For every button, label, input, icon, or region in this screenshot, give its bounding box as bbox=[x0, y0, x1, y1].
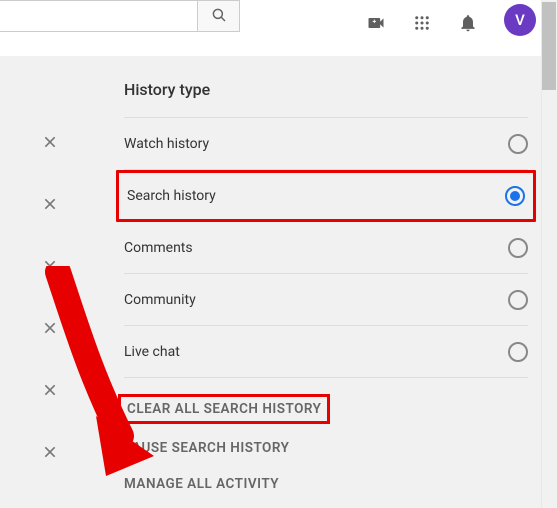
remove-item-icon[interactable] bbox=[40, 194, 60, 214]
panel-title: History type bbox=[124, 80, 528, 118]
option-label: Live chat bbox=[124, 344, 180, 360]
option-live-chat[interactable]: Live chat bbox=[124, 326, 528, 378]
radio-icon bbox=[505, 186, 525, 206]
option-label: Community bbox=[124, 292, 196, 308]
scrollbar-thumb[interactable] bbox=[542, 2, 556, 90]
create-video-icon[interactable] bbox=[366, 13, 386, 33]
option-community[interactable]: Community bbox=[124, 274, 528, 326]
option-watch-history[interactable]: Watch history bbox=[124, 118, 528, 170]
actions: CLEAR ALL SEARCH HISTORY PAUSE SEARCH HI… bbox=[124, 378, 528, 492]
content-area: History type Watch history Search histor… bbox=[0, 56, 548, 508]
pause-search-history-button[interactable]: PAUSE SEARCH HISTORY bbox=[124, 440, 289, 456]
remove-item-icon[interactable] bbox=[40, 256, 60, 276]
manage-all-activity-button[interactable]: MANAGE ALL ACTIVITY bbox=[124, 476, 279, 492]
avatar[interactable]: V bbox=[504, 4, 536, 36]
option-label: Comments bbox=[124, 240, 193, 256]
radio-icon bbox=[508, 134, 528, 154]
option-comments[interactable]: Comments bbox=[124, 222, 528, 274]
search-button[interactable] bbox=[197, 1, 239, 31]
search-input[interactable] bbox=[0, 1, 197, 31]
top-icons: V bbox=[366, 10, 536, 36]
radio-icon bbox=[508, 290, 528, 310]
radio-icon bbox=[508, 342, 528, 362]
remove-item-icon[interactable] bbox=[40, 132, 60, 152]
remove-item-icon[interactable] bbox=[40, 318, 60, 338]
option-label: Watch history bbox=[124, 136, 209, 152]
history-type-panel: History type Watch history Search histor… bbox=[100, 56, 548, 508]
option-label: Search history bbox=[127, 188, 216, 204]
search-icon bbox=[210, 6, 228, 27]
remove-item-icon[interactable] bbox=[40, 442, 60, 462]
avatar-initial: V bbox=[515, 11, 525, 29]
scrollbar-track[interactable] bbox=[541, 0, 557, 508]
search-box bbox=[0, 0, 240, 32]
left-remove-column bbox=[0, 56, 100, 508]
radio-icon bbox=[508, 238, 528, 258]
clear-all-search-history-button[interactable]: CLEAR ALL SEARCH HISTORY bbox=[118, 394, 330, 424]
topbar: V bbox=[0, 0, 548, 56]
apps-icon[interactable] bbox=[412, 13, 432, 33]
notifications-icon[interactable] bbox=[458, 13, 478, 33]
remove-item-icon[interactable] bbox=[40, 380, 60, 400]
option-search-history[interactable]: Search history bbox=[116, 170, 536, 222]
